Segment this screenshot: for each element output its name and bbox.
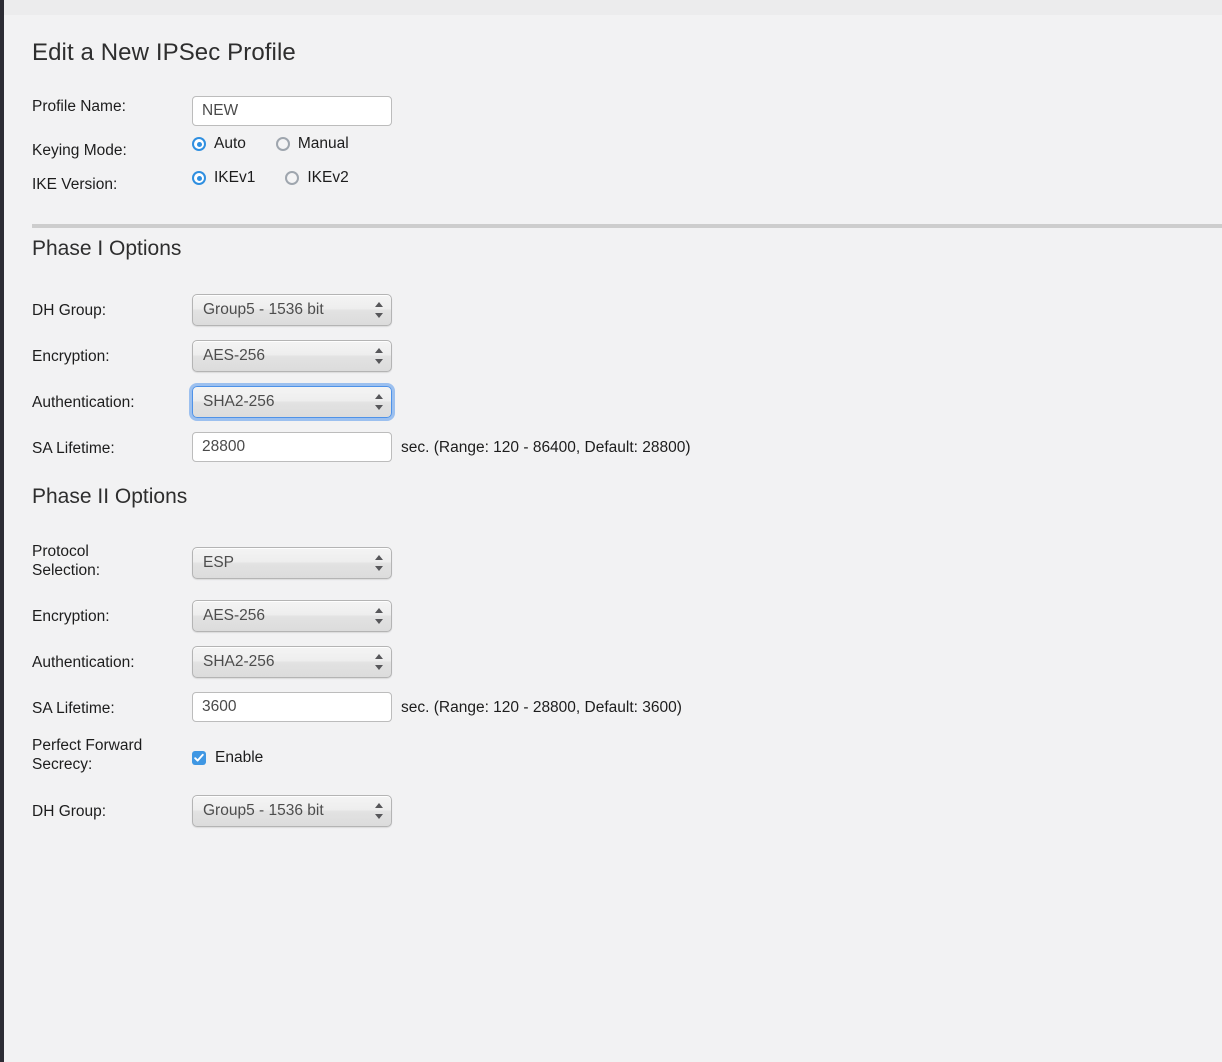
- phase2-encryption-value: AES-256: [203, 607, 266, 624]
- phase2-dh-group-select[interactable]: Group5 - 1536 bit: [192, 795, 392, 827]
- stepper-arrows-icon[interactable]: [369, 387, 391, 417]
- phase1-encryption-select[interactable]: AES-256: [192, 340, 392, 372]
- stepper-arrows-icon[interactable]: [369, 601, 391, 631]
- stepper-arrows-icon[interactable]: [369, 295, 391, 325]
- perfect-forward-secrecy-enable-label: Enable: [215, 749, 264, 766]
- page-title: Edit a New IPSec Profile: [32, 39, 296, 66]
- profile-name-label: Profile Name:: [32, 98, 126, 115]
- left-navigation-rail[interactable]: [0, 0, 4, 1062]
- keying-mode-option-manual[interactable]: Manual: [275, 135, 349, 153]
- phase1-authentication-select[interactable]: SHA2-256: [192, 386, 392, 418]
- keying-mode-option-manual-label: Manual: [297, 135, 349, 152]
- phase2-dh-group-label: DH Group:: [32, 803, 107, 820]
- phase2-sa-lifetime-hint: sec. (Range: 120 - 28800, Default: 3600): [401, 699, 682, 716]
- keying-mode-radio-group: Auto Manual: [192, 135, 379, 153]
- phase2-protocol-selection-select[interactable]: ESP: [192, 547, 392, 579]
- checkbox-checked-icon[interactable]: [192, 751, 206, 765]
- keying-mode-option-auto[interactable]: Auto: [192, 135, 246, 153]
- phase1-encryption-value: AES-256: [203, 347, 266, 364]
- keying-mode-option-auto-label: Auto: [214, 135, 246, 152]
- stepper-arrows-icon[interactable]: [369, 548, 391, 578]
- radio-selected-icon[interactable]: [192, 137, 206, 151]
- radio-unselected-icon[interactable]: [275, 137, 290, 151]
- phase2-authentication-select[interactable]: SHA2-256: [192, 646, 392, 678]
- phase1-sa-lifetime-input[interactable]: [192, 432, 392, 462]
- phase2-encryption-label: Encryption:: [32, 608, 110, 625]
- ike-version-radio-group: IKEv1 IKEv2: [192, 169, 379, 187]
- phase2-sa-lifetime-input[interactable]: [192, 692, 392, 722]
- ipsec-profile-form: Edit a New IPSec Profile Profile Name: K…: [0, 15, 1222, 1062]
- stepper-arrows-icon[interactable]: [369, 796, 391, 826]
- phase2-authentication-label: Authentication:: [32, 654, 135, 671]
- phase2-protocol-selection-label: Protocol Selection:: [32, 543, 101, 579]
- radio-unselected-icon[interactable]: [285, 171, 300, 185]
- phase1-authentication-value: SHA2-256: [203, 393, 275, 410]
- phase2-encryption-select[interactable]: AES-256: [192, 600, 392, 632]
- phase1-section-title: Phase I Options: [32, 237, 182, 260]
- ike-version-option-ikev1[interactable]: IKEv1: [192, 169, 255, 187]
- phase2-protocol-selection-value: ESP: [203, 554, 235, 571]
- profile-name-input[interactable]: [192, 96, 392, 126]
- window-top-bar: [0, 0, 1222, 15]
- phase1-dh-group-select[interactable]: Group5 - 1536 bit: [192, 294, 392, 326]
- phase2-sa-lifetime-label: SA Lifetime:: [32, 700, 115, 717]
- phase2-dh-group-value: Group5 - 1536 bit: [203, 802, 324, 819]
- phase2-section-title: Phase II Options: [32, 485, 188, 508]
- ike-version-option-ikev2[interactable]: IKEv2: [285, 169, 349, 187]
- stepper-arrows-icon[interactable]: [369, 647, 391, 677]
- phase1-sa-lifetime-label: SA Lifetime:: [32, 440, 115, 457]
- perfect-forward-secrecy-checkbox-row[interactable]: Enable: [192, 749, 263, 767]
- phase2-authentication-value: SHA2-256: [203, 653, 275, 670]
- radio-selected-icon[interactable]: [192, 171, 206, 185]
- phase1-authentication-label: Authentication:: [32, 394, 135, 411]
- phase1-sa-lifetime-hint: sec. (Range: 120 - 86400, Default: 28800…: [401, 439, 691, 456]
- ike-version-option-ikev1-label: IKEv1: [214, 169, 256, 186]
- perfect-forward-secrecy-label: Perfect Forward Secrecy:: [32, 737, 143, 773]
- stepper-arrows-icon[interactable]: [369, 341, 391, 371]
- ike-version-label: IKE Version:: [32, 176, 118, 193]
- section-divider: [32, 224, 1222, 228]
- keying-mode-label: Keying Mode:: [32, 142, 127, 159]
- phase1-dh-group-label: DH Group:: [32, 302, 107, 319]
- ike-version-option-ikev2-label: IKEv2: [307, 169, 349, 186]
- phase1-encryption-label: Encryption:: [32, 348, 110, 365]
- phase1-dh-group-value: Group5 - 1536 bit: [203, 301, 324, 318]
